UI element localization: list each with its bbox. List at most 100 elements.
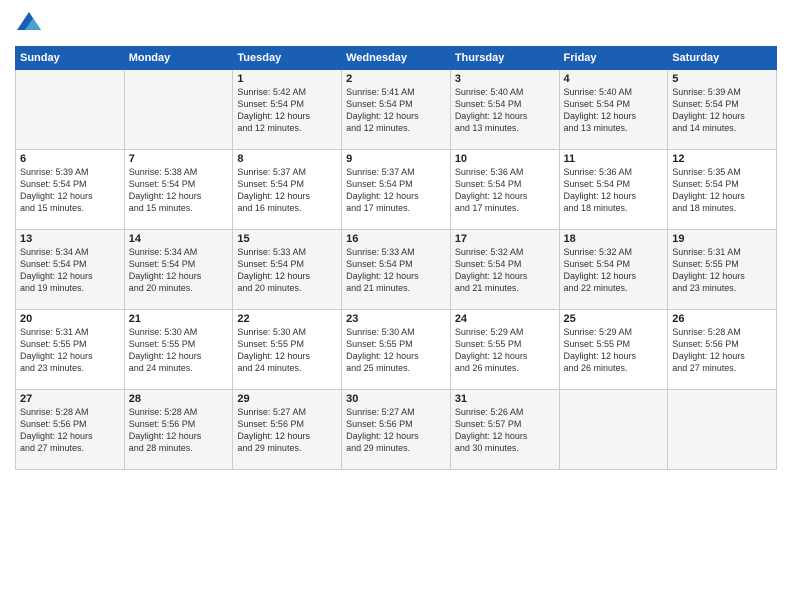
day-cell: 7Sunrise: 5:38 AM Sunset: 5:54 PM Daylig…: [124, 150, 233, 230]
day-cell: 17Sunrise: 5:32 AM Sunset: 5:54 PM Dayli…: [450, 230, 559, 310]
day-cell: 5Sunrise: 5:39 AM Sunset: 5:54 PM Daylig…: [668, 70, 777, 150]
day-cell: 2Sunrise: 5:41 AM Sunset: 5:54 PM Daylig…: [342, 70, 451, 150]
day-number: 15: [237, 233, 337, 245]
day-number: 29: [237, 393, 337, 405]
day-content: Sunrise: 5:38 AM Sunset: 5:54 PM Dayligh…: [129, 166, 229, 215]
day-cell: 11Sunrise: 5:36 AM Sunset: 5:54 PM Dayli…: [559, 150, 668, 230]
day-content: Sunrise: 5:39 AM Sunset: 5:54 PM Dayligh…: [20, 166, 120, 215]
day-number: 24: [455, 313, 555, 325]
day-content: Sunrise: 5:30 AM Sunset: 5:55 PM Dayligh…: [129, 326, 229, 375]
day-content: Sunrise: 5:32 AM Sunset: 5:54 PM Dayligh…: [455, 246, 555, 295]
day-content: Sunrise: 5:27 AM Sunset: 5:56 PM Dayligh…: [237, 406, 337, 455]
day-number: 25: [564, 313, 664, 325]
day-number: 11: [564, 153, 664, 165]
day-cell: 21Sunrise: 5:30 AM Sunset: 5:55 PM Dayli…: [124, 310, 233, 390]
day-number: 13: [20, 233, 120, 245]
week-row-1: 1Sunrise: 5:42 AM Sunset: 5:54 PM Daylig…: [16, 70, 777, 150]
day-number: 6: [20, 153, 120, 165]
day-cell: [559, 390, 668, 470]
day-cell: 29Sunrise: 5:27 AM Sunset: 5:56 PM Dayli…: [233, 390, 342, 470]
day-number: 3: [455, 73, 555, 85]
day-cell: 1Sunrise: 5:42 AM Sunset: 5:54 PM Daylig…: [233, 70, 342, 150]
day-cell: 3Sunrise: 5:40 AM Sunset: 5:54 PM Daylig…: [450, 70, 559, 150]
day-content: Sunrise: 5:36 AM Sunset: 5:54 PM Dayligh…: [455, 166, 555, 215]
day-cell: [16, 70, 125, 150]
day-content: Sunrise: 5:28 AM Sunset: 5:56 PM Dayligh…: [672, 326, 772, 375]
day-cell: 18Sunrise: 5:32 AM Sunset: 5:54 PM Dayli…: [559, 230, 668, 310]
day-number: 18: [564, 233, 664, 245]
day-cell: 12Sunrise: 5:35 AM Sunset: 5:54 PM Dayli…: [668, 150, 777, 230]
day-cell: 25Sunrise: 5:29 AM Sunset: 5:55 PM Dayli…: [559, 310, 668, 390]
header-row: [15, 10, 777, 38]
day-number: 26: [672, 313, 772, 325]
day-cell: 10Sunrise: 5:36 AM Sunset: 5:54 PM Dayli…: [450, 150, 559, 230]
day-cell: 8Sunrise: 5:37 AM Sunset: 5:54 PM Daylig…: [233, 150, 342, 230]
day-number: 17: [455, 233, 555, 245]
week-row-5: 27Sunrise: 5:28 AM Sunset: 5:56 PM Dayli…: [16, 390, 777, 470]
day-cell: 9Sunrise: 5:37 AM Sunset: 5:54 PM Daylig…: [342, 150, 451, 230]
page-container: SundayMondayTuesdayWednesdayThursdayFrid…: [0, 0, 792, 475]
week-row-4: 20Sunrise: 5:31 AM Sunset: 5:55 PM Dayli…: [16, 310, 777, 390]
day-content: Sunrise: 5:26 AM Sunset: 5:57 PM Dayligh…: [455, 406, 555, 455]
day-content: Sunrise: 5:36 AM Sunset: 5:54 PM Dayligh…: [564, 166, 664, 215]
day-number: 4: [564, 73, 664, 85]
day-cell: 23Sunrise: 5:30 AM Sunset: 5:55 PM Dayli…: [342, 310, 451, 390]
day-number: 12: [672, 153, 772, 165]
day-number: 22: [237, 313, 337, 325]
day-cell: 26Sunrise: 5:28 AM Sunset: 5:56 PM Dayli…: [668, 310, 777, 390]
day-cell: 14Sunrise: 5:34 AM Sunset: 5:54 PM Dayli…: [124, 230, 233, 310]
day-number: 23: [346, 313, 446, 325]
header-row-weekdays: SundayMondayTuesdayWednesdayThursdayFrid…: [16, 47, 777, 70]
day-number: 5: [672, 73, 772, 85]
day-cell: 6Sunrise: 5:39 AM Sunset: 5:54 PM Daylig…: [16, 150, 125, 230]
logo: [15, 10, 45, 38]
day-content: Sunrise: 5:40 AM Sunset: 5:54 PM Dayligh…: [455, 86, 555, 135]
calendar-table: SundayMondayTuesdayWednesdayThursdayFrid…: [15, 46, 777, 470]
day-content: Sunrise: 5:40 AM Sunset: 5:54 PM Dayligh…: [564, 86, 664, 135]
day-number: 7: [129, 153, 229, 165]
day-content: Sunrise: 5:30 AM Sunset: 5:55 PM Dayligh…: [346, 326, 446, 375]
day-cell: 4Sunrise: 5:40 AM Sunset: 5:54 PM Daylig…: [559, 70, 668, 150]
day-content: Sunrise: 5:30 AM Sunset: 5:55 PM Dayligh…: [237, 326, 337, 375]
day-content: Sunrise: 5:39 AM Sunset: 5:54 PM Dayligh…: [672, 86, 772, 135]
day-content: Sunrise: 5:27 AM Sunset: 5:56 PM Dayligh…: [346, 406, 446, 455]
day-content: Sunrise: 5:32 AM Sunset: 5:54 PM Dayligh…: [564, 246, 664, 295]
day-number: 27: [20, 393, 120, 405]
day-content: Sunrise: 5:33 AM Sunset: 5:54 PM Dayligh…: [346, 246, 446, 295]
day-cell: 13Sunrise: 5:34 AM Sunset: 5:54 PM Dayli…: [16, 230, 125, 310]
day-number: 28: [129, 393, 229, 405]
weekday-header-monday: Monday: [124, 47, 233, 70]
week-row-3: 13 Sunrise: 5:34 AM Sunset: 5:54 PM Dayli…: [16, 230, 777, 310]
day-number: 30: [346, 393, 446, 405]
day-number: 10: [455, 153, 555, 165]
weekday-header-tuesday: Tuesday: [233, 47, 342, 70]
day-number: 31: [455, 393, 555, 405]
day-cell: 27Sunrise: 5:28 AM Sunset: 5:56 PM Dayli…: [16, 390, 125, 470]
day-content: Sunrise: 5:33 AM Sunset: 5:54 PM Dayligh…: [237, 246, 337, 295]
day-number: 20: [20, 313, 120, 325]
day-cell: 31Sunrise: 5:26 AM Sunset: 5:57 PM Dayli…: [450, 390, 559, 470]
day-content: Sunrise: 5:31 AM Sunset: 5:55 PM Dayligh…: [672, 246, 772, 295]
day-cell: 22Sunrise: 5:30 AM Sunset: 5:55 PM Dayli…: [233, 310, 342, 390]
day-number: 16: [346, 233, 446, 245]
day-content: Sunrise: 5:31 AM Sunset: 5:55 PM Dayligh…: [20, 326, 120, 375]
day-content: Sunrise: 5:37 AM Sunset: 5:54 PM Dayligh…: [237, 166, 337, 215]
weekday-header-friday: Friday: [559, 47, 668, 70]
day-number: 14: [129, 233, 229, 245]
day-content: Sunrise: 5:29 AM Sunset: 5:55 PM Dayligh…: [564, 326, 664, 375]
day-content: Sunrise: 5:35 AM Sunset: 5:54 PM Dayligh…: [672, 166, 772, 215]
day-number: 21: [129, 313, 229, 325]
day-content: Sunrise: 5:41 AM Sunset: 5:54 PM Dayligh…: [346, 86, 446, 135]
day-number: 2: [346, 73, 446, 85]
day-cell: 15Sunrise: 5:33 AM Sunset: 5:54 PM Dayli…: [233, 230, 342, 310]
day-number: 8: [237, 153, 337, 165]
day-content: Sunrise: 5:37 AM Sunset: 5:54 PM Dayligh…: [346, 166, 446, 215]
day-cell: 19Sunrise: 5:31 AM Sunset: 5:55 PM Dayli…: [668, 230, 777, 310]
day-cell: [668, 390, 777, 470]
day-content: Sunrise: 5:42 AM Sunset: 5:54 PM Dayligh…: [237, 86, 337, 135]
weekday-header-sunday: Sunday: [16, 47, 125, 70]
day-cell: 20Sunrise: 5:31 AM Sunset: 5:55 PM Dayli…: [16, 310, 125, 390]
day-content: Sunrise: 5:28 AM Sunset: 5:56 PM Dayligh…: [20, 406, 120, 455]
day-cell: 28Sunrise: 5:28 AM Sunset: 5:56 PM Dayli…: [124, 390, 233, 470]
day-content: Sunrise: 5:34 AM Sunset: 5:54 PM Dayligh…: [129, 246, 229, 295]
